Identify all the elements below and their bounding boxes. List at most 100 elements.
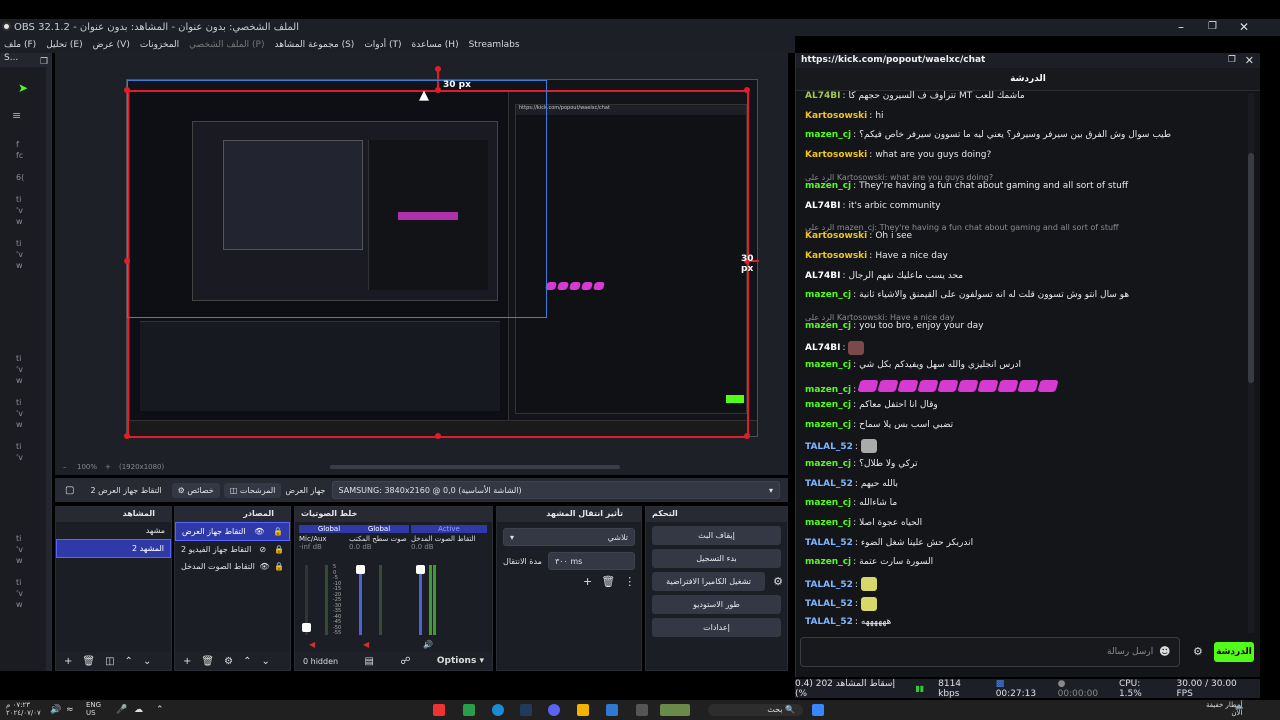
duration-spinner[interactable]: ٣٠٠ ms (547, 552, 635, 570)
widgets-icon[interactable] (660, 704, 690, 716)
chat-settings-gear-icon[interactable]: ⚙ (1193, 645, 1203, 658)
studio-mode-button[interactable]: طور الاستوديو (652, 595, 781, 614)
move-down-icon[interactable]: ⌄ (143, 656, 151, 667)
source-item-selected[interactable]: 🔒 👁 التقاط جهاز العرض (175, 522, 290, 541)
chat-username[interactable]: mazen_cj (805, 360, 851, 370)
chat-username[interactable]: Kartosowski (805, 111, 867, 121)
chat-username[interactable]: TALAL_52 (805, 580, 853, 590)
source-item[interactable]: 🔒 ⊘ التقاط جهاز الفيديو 2 (175, 541, 290, 558)
left-dock-scrollbar[interactable] (46, 53, 51, 671)
chat-scrollbar-thumb[interactable] (1248, 153, 1254, 383)
close-icon[interactable]: ✕ (1239, 20, 1249, 34)
settings-sliders-icon[interactable]: ≡ (12, 109, 21, 122)
cloud-icon[interactable]: ☁ (134, 705, 143, 715)
mute-icon[interactable]: ◀ (309, 640, 315, 649)
scene-item[interactable]: مشهد (56, 522, 171, 539)
language-indicator[interactable]: ENG US (86, 701, 101, 717)
chat-username[interactable]: Kartosowski (805, 251, 867, 261)
chat-username[interactable]: mazen_cj (805, 130, 851, 140)
float-icon[interactable]: ❐ (1228, 55, 1236, 65)
volume-icon[interactable]: 🔊 (50, 705, 61, 715)
start-virtual-camera-button[interactable]: تشغيل الكاميرا الافتراضية (652, 572, 766, 591)
chat-username[interactable]: Kartosowski (805, 231, 867, 241)
menu-scene-collection[interactable]: مجموعة المشاهد (S) (274, 40, 354, 50)
source-item[interactable]: 🔒 👁 التقاط الصوت المدخل (175, 558, 290, 575)
gear-icon[interactable]: ⚙ (773, 575, 783, 588)
chat-send-button[interactable]: الدردشة (1214, 642, 1254, 662)
chat-username[interactable]: TALAL_52 (805, 442, 853, 452)
close-icon[interactable]: ✕ (1245, 54, 1254, 67)
chat-username[interactable]: mazen_cj (805, 420, 851, 430)
chat-username[interactable]: TALAL_52 (805, 538, 853, 548)
add-icon[interactable]: + (64, 656, 72, 667)
menu-edit[interactable]: تحليل (E) (46, 40, 82, 50)
transition-type-select[interactable]: تلاشي ▾ (503, 528, 635, 546)
lock-icon[interactable]: 🔒 (274, 545, 284, 554)
menu-file[interactable]: ملف (F) (4, 40, 36, 50)
chat-username[interactable]: mazen_cj (805, 557, 851, 567)
properties-button[interactable]: ⚙ خصائص (171, 482, 220, 498)
chat-username[interactable]: mazen_cj (805, 385, 851, 395)
emoji-icon[interactable]: ☻ (1159, 645, 1170, 658)
left-dock-float-icon[interactable]: ❐ (40, 57, 48, 67)
edge-icon[interactable] (492, 704, 504, 716)
menu-docks[interactable]: المخزونات (140, 40, 179, 50)
preview-horizontal-scrollbar[interactable] (330, 465, 620, 469)
clock[interactable]: ٠٧:٢٣ م ٢٠٢٤/٠٧/٠٧ (6, 701, 41, 717)
chat-input[interactable]: ارسل رسالة ☻ (800, 637, 1180, 667)
display-device-select[interactable]: SAMSUNG: 3840x2160 @ 0,0 (الشاشة الأساسي… (331, 481, 780, 499)
filter-icon[interactable]: ◫ (105, 656, 114, 667)
chat-username[interactable]: mazen_cj (805, 518, 851, 528)
trash-icon[interactable]: 🗑 (601, 575, 615, 588)
discord-icon[interactable] (548, 704, 560, 716)
mixer-link-icon[interactable]: ☍ (400, 656, 410, 667)
app-taskbar-icon[interactable] (463, 704, 475, 716)
zoom-out-icon[interactable]: – (63, 463, 67, 471)
menu-help[interactable]: مساعدة (H) (412, 40, 459, 50)
chat-username[interactable]: mazen_cj (805, 181, 851, 191)
volume-slider[interactable] (416, 565, 425, 635)
lock-icon[interactable]: 🔒 (274, 562, 284, 571)
move-up-icon[interactable]: ⌃ (125, 656, 133, 667)
send-icon[interactable]: ➤ (18, 81, 28, 95)
filters-button[interactable]: ◫ المرشحات (223, 482, 282, 498)
speaker-icon[interactable]: 🔊 (423, 640, 433, 649)
chat-username[interactable]: Kartosowski (805, 150, 867, 160)
chat-username[interactable]: mazen_cj (805, 321, 851, 331)
menu-view[interactable]: عرض (V) (93, 40, 130, 50)
wifi-icon[interactable]: ≈ (66, 705, 74, 715)
taskbar-search[interactable]: بحث 🔍 (708, 704, 803, 716)
windows-start-icon[interactable] (812, 704, 824, 716)
mute-icon[interactable]: ◀ (363, 640, 369, 649)
menu-streamlabs[interactable]: Streamlabs (469, 40, 520, 50)
zoom-in-icon[interactable]: + (105, 463, 111, 471)
trash-icon[interactable]: 🗑 (82, 656, 95, 667)
add-icon[interactable]: + (183, 656, 191, 667)
volume-slider[interactable] (356, 565, 365, 635)
chat-username[interactable]: mazen_cj (805, 498, 851, 508)
chat-username[interactable]: TALAL_52 (805, 479, 853, 489)
chat-username[interactable]: mazen_cj (805, 459, 851, 469)
settings-button[interactable]: إعدادات (652, 618, 781, 637)
chat-username[interactable]: TALAL_52 (805, 599, 853, 609)
lock-icon[interactable]: 🔒 (273, 527, 283, 536)
maximize-icon[interactable]: ❐ (1208, 21, 1217, 32)
store-icon[interactable] (606, 704, 618, 716)
chat-username[interactable]: AL74BI (805, 201, 840, 211)
eye-icon[interactable]: 👁 (259, 562, 269, 571)
eye-hidden-icon[interactable]: ⊘ (259, 545, 266, 554)
mic-icon[interactable]: 🎤 (116, 705, 127, 715)
eye-icon[interactable]: 👁 (254, 527, 264, 536)
scene-item-selected[interactable]: المشهد 2 (56, 539, 171, 558)
move-up-icon[interactable]: ⌃ (243, 656, 251, 667)
chat-username[interactable]: mazen_cj (805, 290, 851, 300)
obs-taskbar-icon[interactable] (433, 704, 445, 716)
stop-streaming-button[interactable]: إيقاف البث (652, 526, 781, 545)
mixer-layout-icon[interactable]: ▤ (364, 656, 373, 667)
move-down-icon[interactable]: ⌄ (261, 656, 269, 667)
chat-scrollbar-track[interactable] (1248, 93, 1254, 633)
trash-icon[interactable]: 🗑 (201, 656, 214, 667)
more-icon[interactable]: ⋮ (624, 575, 635, 588)
menu-tools[interactable]: أدوات (T) (364, 40, 401, 50)
chat-username[interactable]: AL74BI (805, 343, 840, 353)
